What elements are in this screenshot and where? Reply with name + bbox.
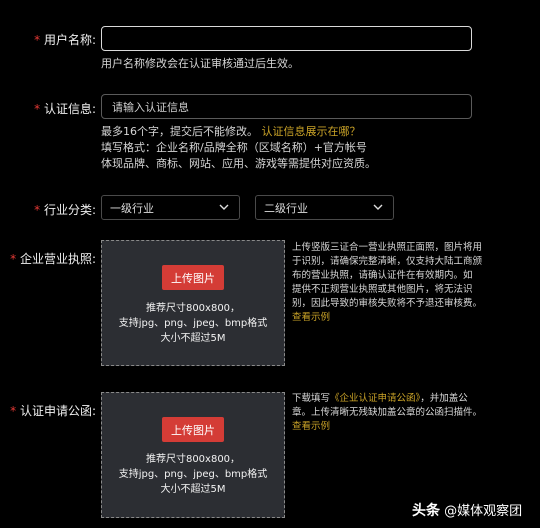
letter-instruction-line: 章。上传清晰无残缺加盖公章的公函扫描件。 [292,407,483,418]
required-star: * [10,404,17,418]
cert-info-label-row: * 认证信息: [20,100,96,117]
cert-info-limit-text: 最多16个字，提交后不能修改。 [101,125,258,138]
letter-upload-area[interactable]: 上传图片 推荐尺寸800x800， 支持jpg、png、jpeg、bmp格式 大… [101,392,285,518]
letter-label: 认证申请公函: [19,404,96,418]
letter-template-link[interactable]: 《企业认证申请公函》 [330,393,420,404]
letter-download-suffix: ，并加盖公 [420,393,468,404]
watermark-brand: 头条 [412,503,440,519]
license-instruction-line: 别，因此导致的审核失败将不予退还审核费。 [292,298,483,309]
license-instructions: 上传竖版三证合一营业执照正面照，图片将用 于识别，请确保完整清晰，仅支持大陆工商… [292,241,538,325]
license-upload-button[interactable]: 上传图片 [162,265,224,290]
letter-upload-size: 推荐尺寸800x800， [145,454,241,465]
industry-label: 行业分类: [43,203,96,217]
industry-primary-value: 一级行业 [110,201,154,215]
license-upload-size: 推荐尺寸800x800， [145,303,241,314]
watermark-handle: @媒体观察团 [444,504,523,519]
license-instruction-line: 上传竖版三证合一营业执照正面照，图片将用 [292,242,483,253]
cert-info-placeholder: 请输入认证信息 [112,100,189,114]
industry-secondary-value: 二级行业 [264,201,308,215]
username-hint: 用户名称修改会在认证审核通过后生效。 [101,57,299,70]
license-upload-max: 大小不超过5M [160,333,226,344]
license-label: 企业营业执照: [19,252,96,266]
username-label: 用户名称: [43,33,96,47]
license-upload-format: 支持jpg、png、jpeg、bmp格式 [118,318,268,329]
cert-info-label: 认证信息: [43,102,96,116]
required-star: * [34,102,41,116]
required-star: * [34,33,41,47]
letter-example-link[interactable]: 查看示例 [292,420,538,434]
industry-label-row: * 行业分类: [20,201,96,218]
username-input[interactable] [101,26,472,51]
letter-instruction-line: 下载填写《企业认证申请公函》，并加盖公 [292,392,538,406]
letter-upload-format: 支持jpg、png、jpeg、bmp格式 [118,469,268,480]
chevron-down-icon [373,202,383,213]
required-star: * [34,203,41,217]
license-label-row: * 企业营业执照: [6,250,96,267]
letter-upload-button[interactable]: 上传图片 [162,417,224,442]
cert-info-hint-3: 体现品牌、商标、网站、应用、游戏等需提供对应资质。 [101,157,376,170]
license-upload-area[interactable]: 上传图片 推荐尺寸800x800， 支持jpg、png、jpeg、bmp格式 大… [101,240,285,366]
cert-info-where-link[interactable]: 认证信息展示在哪？ [262,125,361,138]
license-example-link[interactable]: 查看示例 [292,311,538,325]
license-instruction-line: 布的营业执照，请确认证件在有效期内。如 [292,270,473,281]
required-star: * [10,252,17,266]
industry-secondary-select[interactable]: 二级行业 [255,195,394,220]
letter-label-row: * 认证申请公函: [6,402,96,419]
license-instruction-line: 提供不正规营业执照或其他图片，将无法识 [292,284,473,295]
chevron-down-icon [219,202,229,213]
username-label-row: * 用户名称: [20,31,96,48]
letter-download-prefix: 下载填写 [292,393,331,404]
industry-primary-select[interactable]: 一级行业 [101,195,240,220]
letter-instructions: 下载填写《企业认证申请公函》，并加盖公 章。上传清晰无残缺加盖公章的公函扫描件。… [292,392,538,434]
cert-info-hint-2: 填写格式：企业名称/品牌全称（区域名称）+官方帐号 [101,141,367,154]
cert-info-hint-1: 最多16个字，提交后不能修改。 认证信息展示在哪？ [101,124,361,140]
cert-info-input[interactable]: 请输入认证信息 [101,94,472,119]
license-instruction-line: 于识别，请确保完整清晰，仅支持大陆工商颁 [292,256,483,267]
letter-upload-max: 大小不超过5M [160,484,226,495]
watermark: 头条 @媒体观察团 [412,500,522,520]
